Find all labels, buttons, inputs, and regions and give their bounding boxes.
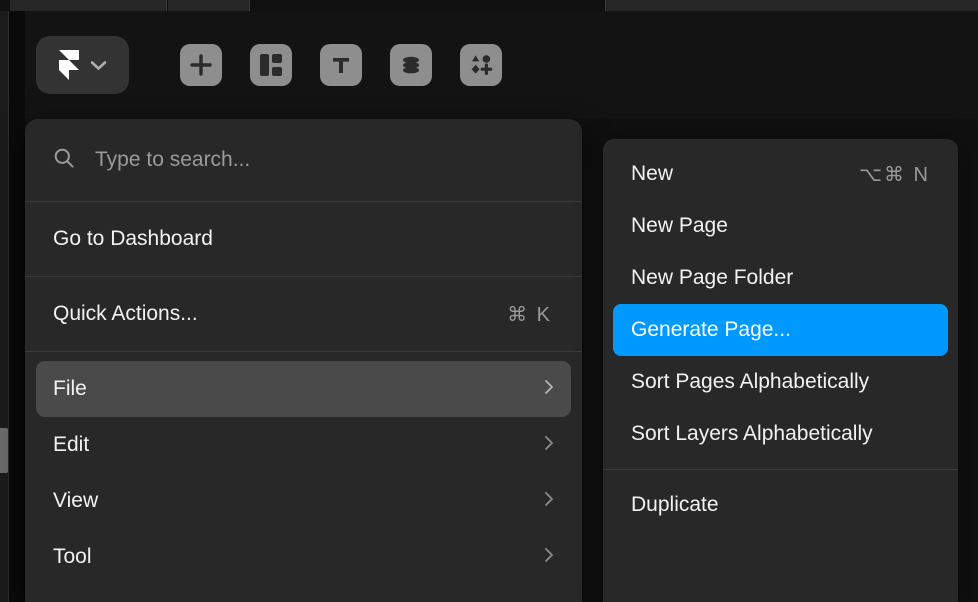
file-submenu-panel: New ⌥⌘ N New Page New Page Folder Genera… [603, 139, 958, 602]
toolbar-tools [180, 44, 502, 86]
chevron-right-icon [544, 433, 554, 457]
text-icon [330, 54, 352, 76]
background-panel-tab-middle [168, 0, 250, 11]
layout-button[interactable] [250, 44, 292, 86]
submenu-item-label: Sort Pages Alphabetically [631, 370, 870, 393]
menu-item-label: Edit [53, 433, 90, 456]
menu-item-label: Tool [53, 545, 92, 568]
assets-button[interactable] [460, 44, 502, 86]
submenu-item-label: New [631, 162, 674, 185]
background-panel-tab-left [10, 0, 167, 11]
chevron-right-icon [544, 489, 554, 513]
main-menu-panel: Go to Dashboard Quick Actions... ⌘ K Fil… [25, 119, 582, 602]
toolbar [25, 11, 978, 119]
cms-icon [400, 54, 422, 76]
menu-item-file[interactable]: File [36, 361, 571, 417]
menu-item-edit[interactable]: Edit [36, 417, 571, 473]
submenu-item-generate-page[interactable]: Generate Page... [613, 304, 948, 356]
menu-section-menus: File Edit View Tool [25, 352, 582, 594]
submenu-item-shortcut: ⌥⌘ N [858, 163, 930, 186]
submenu-item-new-page[interactable]: New Page [613, 200, 948, 252]
search-input[interactable] [75, 147, 582, 173]
text-button[interactable] [320, 44, 362, 86]
submenu-item-new-page-folder[interactable]: New Page Folder [613, 252, 948, 304]
search-icon [53, 147, 75, 174]
chevron-right-icon [544, 377, 554, 401]
chevron-right-icon [544, 545, 554, 569]
menu-item-label: File [53, 377, 87, 400]
left-rail-edge [0, 11, 9, 602]
menu-item-label: Quick Actions... [53, 302, 198, 325]
cms-button[interactable] [390, 44, 432, 86]
submenu-item-duplicate[interactable]: Duplicate [613, 479, 948, 531]
submenu-section-new: New ⌥⌘ N New Page New Page Folder Genera… [603, 139, 958, 469]
submenu-item-label: Duplicate [631, 493, 719, 516]
submenu-item-label: New Page [631, 214, 728, 237]
submenu-item-sort-pages-alphabetically[interactable]: Sort Pages Alphabetically [613, 356, 948, 408]
insert-icon [190, 54, 212, 76]
menu-item-go-to-dashboard[interactable]: Go to Dashboard [36, 211, 571, 267]
menu-section-navigate: Go to Dashboard [25, 202, 582, 276]
submenu-item-label: Sort Layers Alphabetically [631, 422, 873, 445]
assets-icon [469, 53, 493, 77]
insert-button[interactable] [180, 44, 222, 86]
menu-item-view[interactable]: View [36, 473, 571, 529]
chevron-down-icon [90, 60, 107, 71]
framer-menu-button[interactable] [36, 36, 129, 94]
menu-section-quick-actions: Quick Actions... ⌘ K [25, 277, 582, 351]
submenu-item-sort-layers-alphabetically[interactable]: Sort Layers Alphabetically [613, 408, 948, 460]
submenu-section-duplicate: Duplicate [603, 470, 958, 540]
submenu-item-label: Generate Page... [631, 318, 791, 341]
layout-icon [259, 53, 283, 77]
framer-logo [58, 50, 80, 80]
left-rail-scrollbar[interactable] [0, 428, 8, 473]
submenu-item-new[interactable]: New ⌥⌘ N [613, 148, 948, 200]
search-row [25, 119, 582, 201]
submenu-item-label: New Page Folder [631, 266, 794, 289]
canvas-gutter [9, 11, 25, 602]
menu-item-tool[interactable]: Tool [36, 529, 571, 585]
menu-item-shortcut: ⌘ K [507, 303, 552, 326]
menu-item-label: Go to Dashboard [53, 227, 213, 250]
menu-item-label: View [53, 489, 99, 512]
menu-item-quick-actions[interactable]: Quick Actions... ⌘ K [36, 286, 571, 342]
background-panel-tab-right [605, 0, 978, 11]
